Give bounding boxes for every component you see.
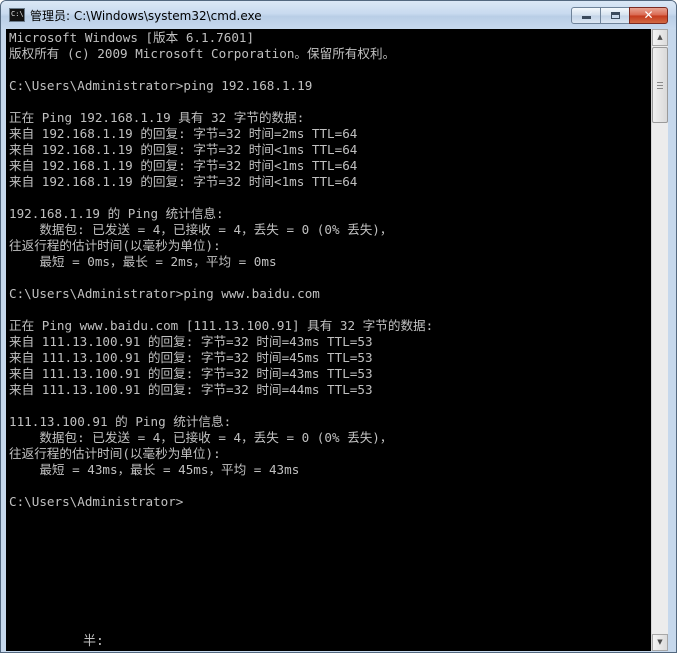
console-output[interactable]: Microsoft Windows [版本 6.1.7601] 版权所有 (c) …: [6, 29, 651, 651]
console-line: 192.168.1.19 的 Ping 统计信息:: [9, 206, 224, 221]
minimize-button[interactable]: [571, 7, 601, 24]
console-line: 来自 111.13.100.91 的回复: 字节=32 时间=43ms TTL=…: [9, 334, 373, 349]
console-line: 最短 = 0ms，最长 = 2ms，平均 = 0ms: [9, 254, 277, 269]
ime-status-indicator: 半:: [83, 634, 104, 649]
arrow-up-icon: ▲: [657, 33, 663, 41]
grip-line: [657, 85, 663, 86]
scroll-thumb[interactable]: [652, 47, 668, 123]
console-line: 来自 192.168.1.19 的回复: 字节=32 时间<1ms TTL=64: [9, 174, 358, 189]
console-lines: Microsoft Windows [版本 6.1.7601] 版权所有 (c) …: [9, 30, 433, 510]
console-line: 来自 111.13.100.91 的回复: 字节=32 时间=44ms TTL=…: [9, 382, 373, 397]
console-line: 版权所有 (c) 2009 Microsoft Corporation。保留所有…: [9, 46, 396, 61]
arrow-down-icon: ▼: [657, 638, 663, 646]
grip-line: [657, 88, 663, 89]
scroll-down-button[interactable]: ▼: [652, 634, 668, 651]
close-button[interactable]: ✕: [629, 7, 668, 24]
maximize-icon: [610, 12, 620, 19]
grip-line: [657, 82, 663, 83]
console-line: 来自 192.168.1.19 的回复: 字节=32 时间<1ms TTL=64: [9, 142, 358, 157]
console-line: 正在 Ping www.baidu.com [111.13.100.91] 具有…: [9, 318, 434, 333]
cmd-icon[interactable]: C:\: [9, 8, 25, 22]
console-line: C:\Users\Administrator>: [9, 494, 184, 509]
console-line: C:\Users\Administrator>ping 192.168.1.19: [9, 78, 313, 93]
console-line: 最短 = 43ms，最长 = 45ms，平均 = 43ms: [9, 462, 300, 477]
close-icon: ✕: [643, 8, 654, 22]
window-title: 管理员: C:\Windows\system32\cmd.exe: [30, 9, 262, 23]
console-line: 正在 Ping 192.168.1.19 具有 32 字节的数据:: [9, 110, 305, 125]
console-line: 往返行程的估计时间(以毫秒为单位):: [9, 446, 221, 461]
console-line: 数据包: 已发送 = 4，已接收 = 4，丢失 = 0 (0% 丢失)，: [9, 430, 393, 445]
console-line: 来自 111.13.100.91 的回复: 字节=32 时间=45ms TTL=…: [9, 350, 373, 365]
window-frame-right: [668, 29, 676, 652]
console-line: 来自 192.168.1.19 的回复: 字节=32 时间=2ms TTL=64: [9, 126, 358, 141]
scroll-up-button[interactable]: ▲: [652, 29, 668, 46]
minimize-icon: [581, 16, 591, 19]
console-line: 111.13.100.91 的 Ping 统计信息:: [9, 414, 232, 429]
console-line: Microsoft Windows [版本 6.1.7601]: [9, 30, 255, 45]
console-line: 数据包: 已发送 = 4，已接收 = 4，丢失 = 0 (0% 丢失)，: [9, 222, 393, 237]
vertical-scrollbar[interactable]: ▲ ▼: [651, 29, 668, 651]
console-line: 来自 192.168.1.19 的回复: 字节=32 时间<1ms TTL=64: [9, 158, 358, 173]
console-line: C:\Users\Administrator>ping www.baidu.co…: [9, 286, 320, 301]
title-bar[interactable]: C:\ 管理员: C:\Windows\system32\cmd.exe ✕: [1, 1, 676, 29]
console-line: 来自 111.13.100.91 的回复: 字节=32 时间=43ms TTL=…: [9, 366, 373, 381]
maximize-button[interactable]: [600, 7, 630, 24]
cmd-window: C:\ 管理员: C:\Windows\system32\cmd.exe ✕ M…: [0, 0, 677, 653]
console-line: 往返行程的估计时间(以毫秒为单位):: [9, 238, 221, 253]
